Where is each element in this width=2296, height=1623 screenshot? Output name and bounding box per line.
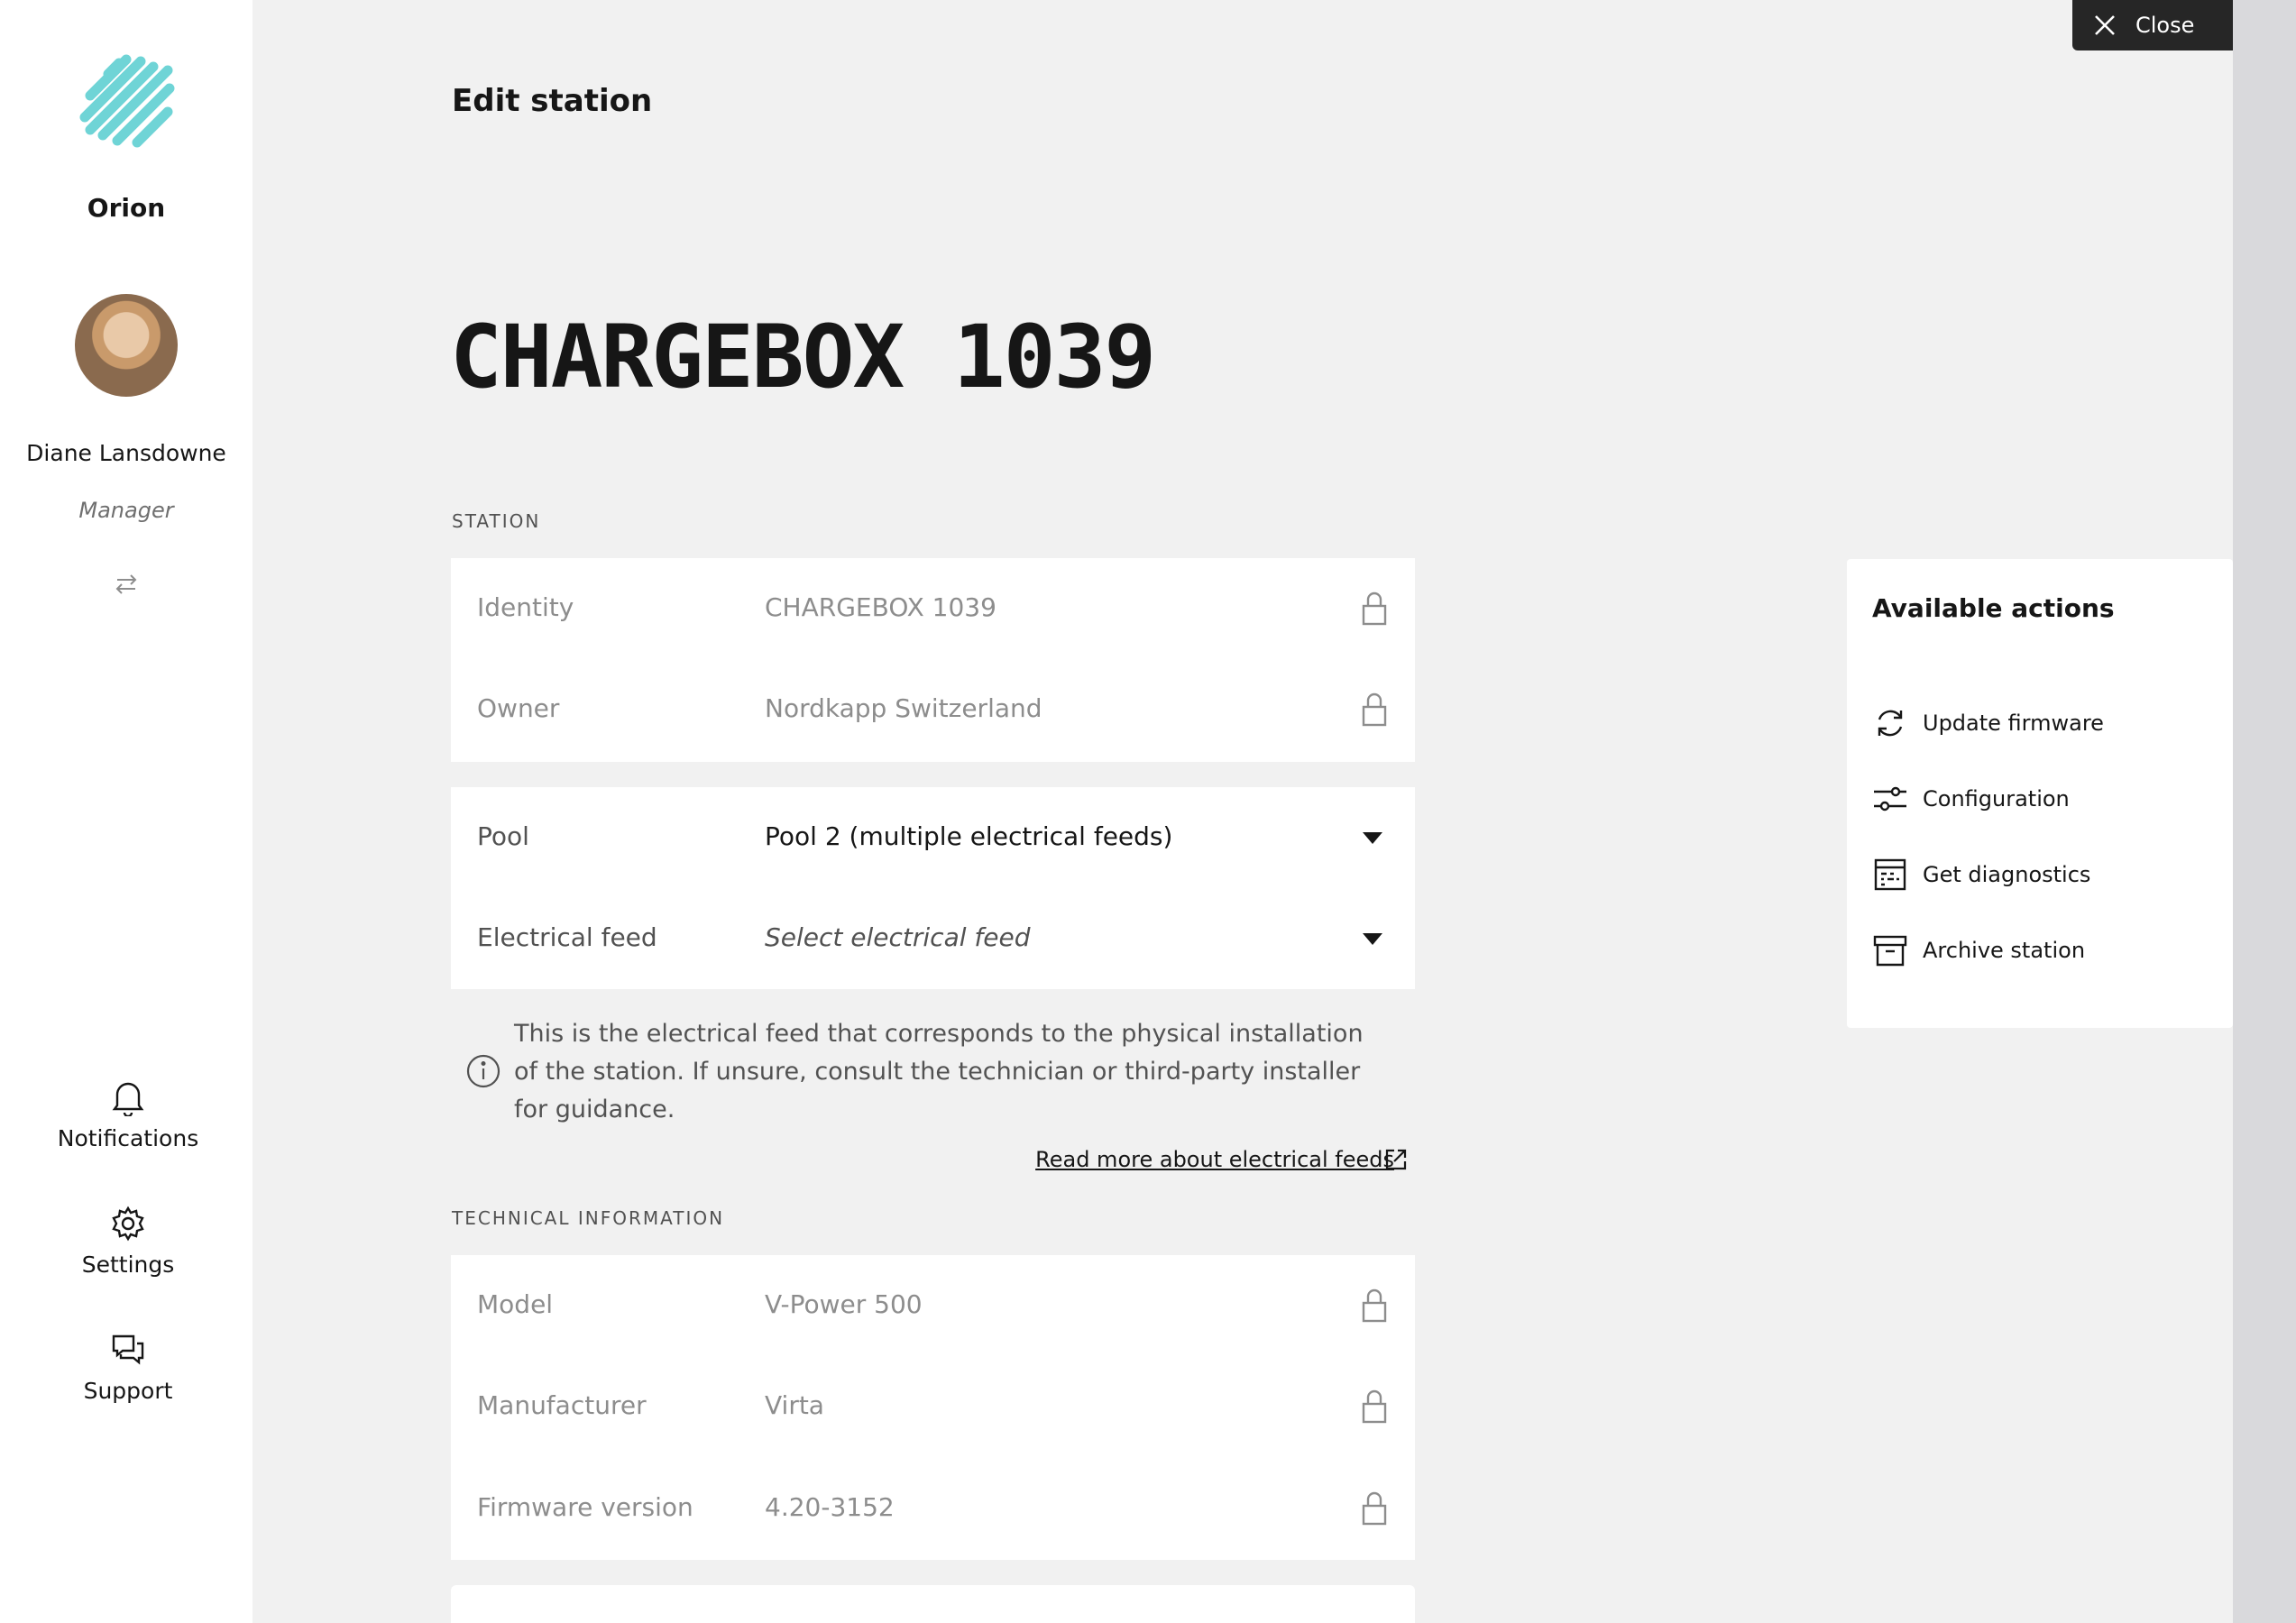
sidebar-item-support[interactable]: Support [0,1331,256,1404]
field-value: CHARGEBOX 1039 [765,592,996,622]
lock-icon [1362,1288,1387,1323]
action-label: Archive station [1923,938,2086,963]
refresh-icon [1878,710,1903,737]
manufacturer-field: Manufacturer Virta [451,1356,1415,1457]
field-label: Identity [477,592,574,622]
electrical-feed-placeholder[interactable]: Select electrical feed [765,922,1031,952]
electrical-feed-select[interactable]: Electrical feed Select electrical feed [451,888,1415,989]
pool-select[interactable]: Pool Pool 2 (multiple electrical feeds) [451,787,1415,888]
identity-field: Identity CHARGEBOX 1039 [451,558,1415,659]
station-name-heading: CHARGEBOX 1039 [450,307,1156,408]
archive-icon [1873,935,1907,967]
switch-account-icon[interactable] [110,568,142,601]
chat-icon [112,1334,144,1365]
brand-name: Orion [87,193,166,223]
actions-title: Available actions [1872,593,2115,623]
archive-station-action[interactable]: Archive station [1872,931,2215,970]
field-label: Model [477,1289,554,1319]
update-firmware-action[interactable]: Update firmware [1872,703,2215,743]
station-locked-fields-card: Identity CHARGEBOX 1039 Owner Nordkapp S… [451,558,1415,762]
field-label: Owner [477,693,560,723]
section-label-station: STATION [452,510,541,532]
chevron-down-icon[interactable] [1363,832,1382,844]
lock-icon [1362,1389,1387,1424]
lock-icon [1362,1491,1387,1526]
sidebar-item-label: Support [83,1378,173,1404]
configuration-action[interactable]: Configuration [1872,779,2215,819]
bell-icon [112,1082,144,1116]
sidebar-item-settings[interactable]: Settings [0,1205,256,1278]
firmware-version-field: Firmware version 4.20-3152 [451,1458,1415,1559]
available-actions-panel: Available actions Update firmware Config… [1847,559,2233,1028]
external-link-icon[interactable] [1383,1147,1409,1172]
field-value: 4.20-3152 [765,1492,895,1522]
lock-icon [1362,692,1387,727]
action-label: Update firmware [1923,711,2104,736]
pool-select-value[interactable]: Pool 2 (multiple electrical feeds) [765,821,1172,851]
sidebar-item-label: Notifications [57,1125,199,1151]
orion-logo-icon[interactable] [78,54,175,151]
field-label: Manufacturer [477,1390,647,1420]
avatar[interactable] [75,294,178,397]
close-button[interactable]: Close [2072,0,2233,50]
field-value: Nordkapp Switzerland [765,693,1042,723]
model-field: Model V-Power 500 [451,1255,1415,1356]
field-value: Virta [765,1390,824,1420]
diagnostics-icon [1874,858,1906,891]
sidebar-item-notifications[interactable]: Notifications [0,1078,256,1151]
field-value: V-Power 500 [765,1289,923,1319]
get-diagnostics-action[interactable]: Get diagnostics [1872,855,2215,894]
action-label: Configuration [1923,786,2070,812]
user-name: Diane Lansdowne [26,440,226,466]
field-label: Electrical feed [477,922,657,952]
station-editable-fields-card: Pool Pool 2 (multiple electrical feeds) … [451,787,1415,989]
close-label: Close [2135,13,2195,38]
field-label: Pool [477,821,529,851]
user-role: Manager [78,498,174,523]
chevron-down-icon[interactable] [1363,933,1382,945]
electrical-feed-help-text: This is the electrical feed that corresp… [514,1020,1364,1123]
technical-info-card: Model V-Power 500 Manufacturer Virta Fir… [451,1255,1415,1560]
info-icon [466,1054,501,1088]
section-label-technical: TECHNICAL INFORMATION [452,1207,725,1229]
action-label: Get diagnostics [1923,862,2091,887]
gear-icon [112,1206,144,1242]
field-label: Firmware version [477,1492,693,1522]
overlay-backdrop-strip [2233,0,2296,1623]
read-more-link[interactable]: Read more about electrical feeds [1035,1147,1394,1172]
sidebar: Orion Diane Lansdowne Manager Notificati… [0,0,253,1623]
sliders-icon [1874,786,1906,812]
owner-field: Owner Nordkapp Switzerland [451,659,1415,760]
page-title: Edit station [452,83,653,119]
close-icon [2095,15,2115,35]
sidebar-item-label: Settings [81,1252,175,1278]
lock-icon [1362,591,1387,626]
connector-card-partial [451,1585,1415,1623]
